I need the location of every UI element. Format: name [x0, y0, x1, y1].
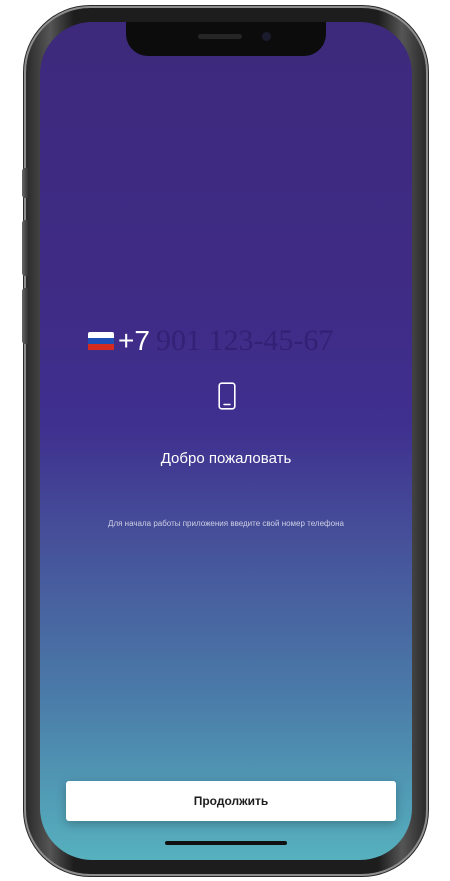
app-screen: +7 Добро пожаловать Для начала работы пр… — [40, 22, 412, 860]
volume-up-button — [22, 220, 28, 276]
country-code: +7 — [118, 325, 150, 356]
welcome-subtitle: Для начала работы приложения введите сво… — [108, 519, 344, 528]
welcome-title: Добро пожаловать — [160, 450, 292, 467]
speaker-grille — [198, 34, 242, 39]
phone-number-row: +7 — [88, 324, 366, 358]
continue-button[interactable]: Продолжить — [66, 781, 396, 821]
phone-device-frame: +7 Добро пожаловать Для начала работы пр… — [26, 8, 426, 874]
russia-flag-icon — [88, 331, 114, 351]
home-indicator[interactable] — [165, 841, 287, 845]
volume-down-button — [22, 288, 28, 344]
mute-switch — [22, 168, 28, 198]
smartphone-icon — [218, 382, 236, 410]
phone-number-input[interactable] — [155, 324, 366, 358]
device-notch — [126, 22, 326, 56]
front-camera — [262, 32, 271, 41]
